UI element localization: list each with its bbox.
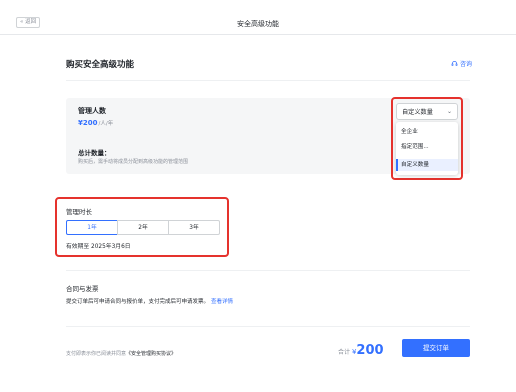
contract-title: 合同与发票 [66,285,99,293]
agreement-note: 支付即表示你已阅读并同意《安全管理购买协议》 [66,350,176,357]
menu-item-custom[interactable]: 自定义数量 [396,159,458,171]
quantity-select[interactable]: 自定义数量 ⌄ [396,103,458,120]
price-unit: /人/年 [98,121,114,127]
submit-order-button[interactable]: 提交订单 [402,339,470,357]
duration-highlight: 管理时长 1年 2年 3年 有效期至 2025年3月6日 [55,197,229,257]
contract-desc-text: 提交订单后可申请合同与报价单，支付完成后可申请发票。 [66,299,210,305]
quantity-menu: 全企业 指定范围... 自定义数量 [396,122,458,175]
headset-icon [451,61,458,66]
total-price: 合计 ¥200 [338,343,384,358]
total-count-desc: 购买后，需手动将成员分配到高级功能的管理范围 [78,159,189,165]
price-value: ¥200 [78,119,98,127]
section-title: 购买安全高级功能 [66,60,135,70]
divider [66,270,470,271]
consult-link[interactable]: 咨询 [451,59,472,68]
agreement-link[interactable]: 《安全管理购买协议》 [126,351,176,357]
duration-segmented-control: 1年 2年 3年 [66,220,220,235]
top-bar: « 返回 安全高级功能 [0,0,516,35]
total-label: 合计 [338,349,351,356]
menu-item-all[interactable]: 全企业 [396,126,458,138]
admin-count-label: 管理人数 [78,107,106,115]
divider [66,326,470,327]
page-title: 安全高级功能 [237,20,279,28]
quantity-dropdown-highlight: 自定义数量 ⌄ 全企业 指定范围... 自定义数量 [391,97,463,180]
contract-details-link[interactable]: 查看详情 [211,299,233,305]
consult-label: 咨询 [459,61,472,68]
price: ¥200/人/年 [78,119,113,127]
duration-option-1y[interactable]: 1年 [66,220,118,235]
valid-until: 有效期至 2025年3月6日 [66,244,131,250]
divider [66,80,470,81]
duration-option-2y[interactable]: 2年 [117,220,169,235]
contract-desc: 提交订单后可申请合同与报价单，支付完成后可申请发票。 查看详情 [66,297,233,305]
agreement-prefix: 支付即表示你已阅读并同意 [66,351,127,357]
total-count-label: 总计数量： [78,149,111,157]
menu-item-range[interactable]: 指定范围... [396,141,458,153]
quantity-select-value: 自定义数量 [402,109,433,116]
duration-title: 管理时长 [66,208,92,216]
chevron-down-icon: ⌄ [446,108,452,115]
total-amount: 200 [356,343,384,358]
duration-option-3y[interactable]: 3年 [168,220,220,235]
